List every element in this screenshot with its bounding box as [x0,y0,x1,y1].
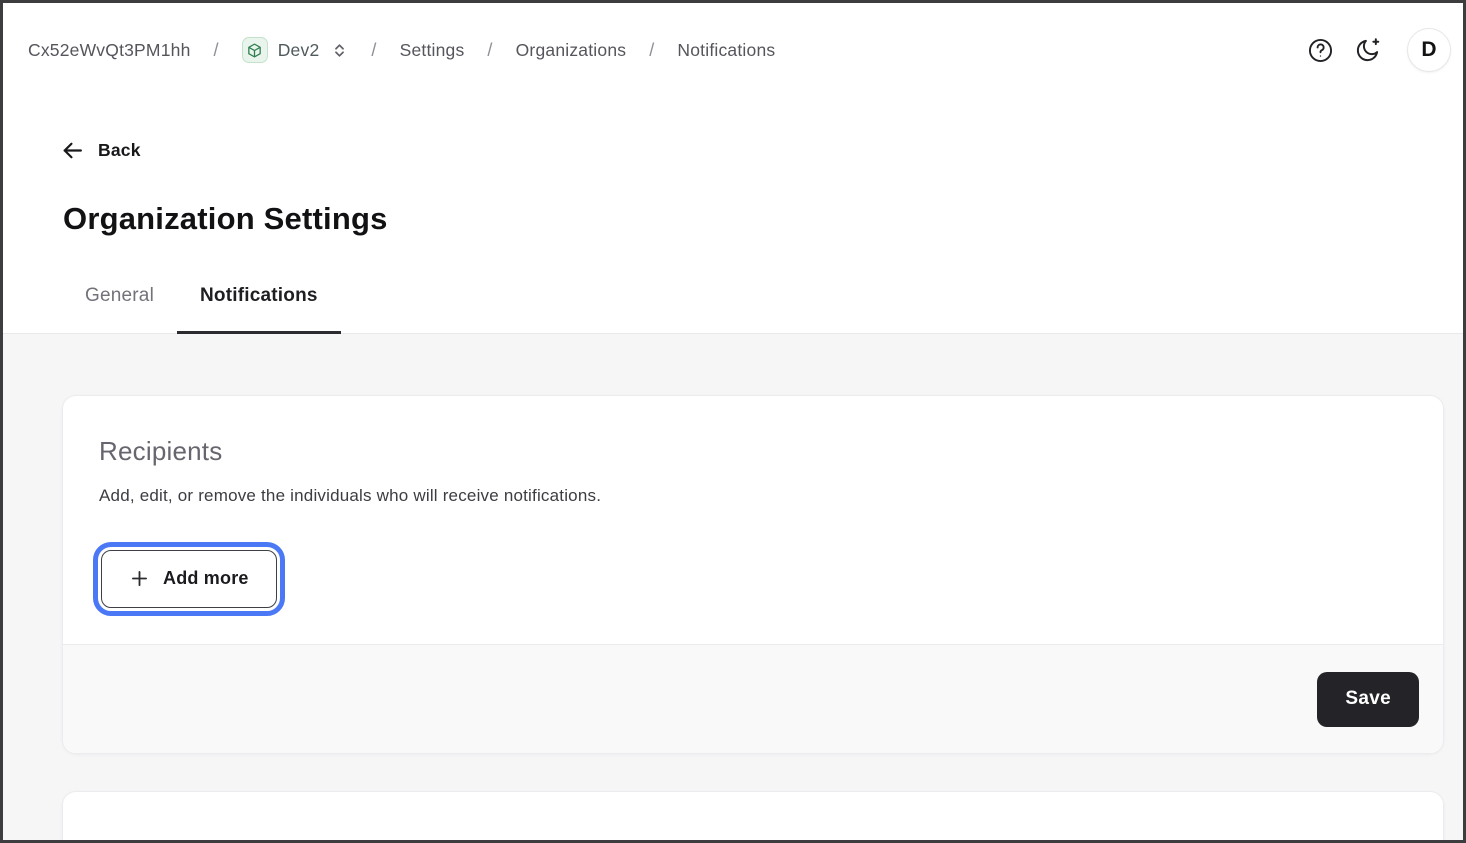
page-title: Organization Settings [63,199,1463,239]
app-window: Cx52eWvQt3PM1hh / Dev2 [0,0,1466,843]
plus-icon [129,568,150,589]
page-head: Back Organization Settings General Notif… [3,97,1463,334]
main-content: Recipients Add, edit, or remove the indi… [3,334,1463,841]
breadcrumb-separator: / [643,40,660,61]
tab-general[interactable]: General [62,285,177,334]
dark-mode-toggle[interactable] [1351,33,1385,67]
back-link[interactable]: Back [60,137,141,163]
tab-notifications[interactable]: Notifications [177,285,341,334]
breadcrumb-project-name: Dev2 [278,40,320,61]
help-icon [1307,37,1334,64]
breadcrumb-settings[interactable]: Settings [400,40,465,61]
user-avatar[interactable]: D [1407,28,1451,72]
breadcrumb-project-selector[interactable]: Dev2 [242,37,349,63]
save-button[interactable]: Save [1317,672,1419,727]
recipients-card-body: Recipients Add, edit, or remove the indi… [63,396,1443,644]
breadcrumb-separator: / [208,40,225,61]
add-more-button[interactable]: Add more [101,550,277,608]
breadcrumb-org-id[interactable]: Cx52eWvQt3PM1hh [28,40,191,61]
back-label: Back [98,140,141,161]
add-more-label: Add more [163,568,249,589]
topbar: Cx52eWvQt3PM1hh / Dev2 [3,3,1463,97]
recipients-description: Add, edit, or remove the individuals who… [99,484,1407,508]
recipients-card: Recipients Add, edit, or remove the indi… [62,395,1444,754]
tab-bar: General Notifications [62,285,1463,333]
breadcrumb-organizations[interactable]: Organizations [516,40,627,61]
recipients-card-footer: Save [63,644,1443,753]
avatar-initial: D [1421,38,1436,62]
arrow-left-icon [60,138,85,163]
breadcrumb-notifications[interactable]: Notifications [677,40,775,61]
topbar-actions: D [1303,28,1451,72]
breadcrumb-separator: / [481,40,498,61]
next-section-card [62,791,1444,841]
moon-plus-icon [1354,36,1382,64]
recipients-title: Recipients [99,434,1407,468]
breadcrumb: Cx52eWvQt3PM1hh / Dev2 [28,37,775,63]
help-button[interactable] [1303,33,1337,67]
breadcrumb-separator: / [365,40,382,61]
project-cube-icon [242,37,268,63]
chevron-up-down-icon [331,42,348,59]
